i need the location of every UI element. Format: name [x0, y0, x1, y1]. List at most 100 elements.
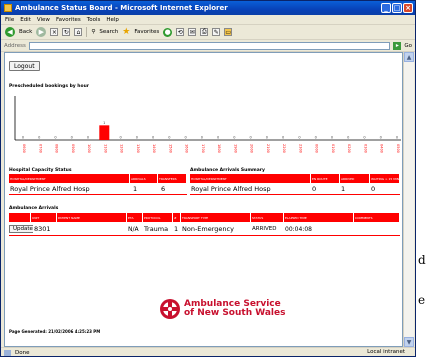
chart-value-label: 0	[217, 136, 219, 140]
header-arrivals: ARRIVALS	[130, 174, 158, 183]
menu-file[interactable]: File	[5, 17, 14, 23]
page-icon	[4, 350, 11, 356]
chart-title: Prescheduled bookings by hour	[9, 84, 90, 89]
header-count: #	[173, 213, 181, 222]
chart-value-label: 0	[380, 136, 382, 140]
favorites-star-icon[interactable]: ★	[122, 27, 130, 37]
vertical-scrollbar[interactable]: ▲ ▼	[403, 52, 414, 347]
search-label[interactable]: Search	[99, 29, 118, 35]
chart-value-label: 0	[87, 136, 89, 140]
minimize-button[interactable]: _	[381, 3, 391, 13]
menu-favorites[interactable]: Favorites	[56, 17, 81, 23]
go-arrow-icon[interactable]: ▸	[393, 41, 402, 50]
print-icon[interactable]: ⎙	[200, 28, 209, 36]
table-divider	[9, 194, 187, 195]
header-hospital-department: HOSPITAL/DEPARTMENT	[190, 174, 311, 183]
unit-value: 8301	[34, 225, 51, 233]
chart-value-label: 0	[136, 136, 138, 140]
header-en-route: EN ROUTE	[311, 174, 340, 183]
background-doc-text: e	[418, 293, 426, 307]
address-input[interactable]	[28, 41, 391, 50]
chart-tick-label: 0200	[347, 144, 351, 153]
page-generated-timestamp: Page Generated: 21/02/2006 4:25:23 PM	[9, 329, 101, 334]
menu-view[interactable]: View	[37, 17, 50, 23]
header-action	[9, 213, 31, 222]
chart-tick-label: 2000	[250, 144, 254, 153]
protocol-value: Trauma	[144, 225, 169, 233]
back-label[interactable]: Back	[19, 29, 32, 35]
chart-value-label: 0	[298, 136, 300, 140]
header-arrived: ARRIVED	[340, 174, 370, 183]
chart-value-label: 0	[266, 136, 268, 140]
maximize-button[interactable]: □	[392, 3, 402, 13]
table-row: Update 8301 N/A Trauma 1 Non-Emergency A…	[9, 224, 400, 234]
chart-tick-label: 1200	[120, 144, 124, 153]
header-eta: ETA	[127, 213, 143, 222]
title-bar: Ambulance Status Board - Microsoft Inter…	[1, 1, 415, 15]
scroll-up-icon[interactable]: ▲	[404, 52, 414, 62]
chart-tick-label: 1700	[201, 144, 205, 153]
mail-icon[interactable]: ✉	[188, 28, 197, 36]
media-icon[interactable]: ●	[163, 27, 173, 37]
folder-icon[interactable]: ▭	[224, 28, 233, 36]
menu-tools[interactable]: Tools	[87, 17, 101, 23]
header-unit: UNIT	[31, 213, 57, 222]
header-transport-type: TRANSPORT TYPE	[181, 213, 251, 222]
close-button[interactable]: ×	[403, 3, 413, 13]
menu-edit[interactable]: Edit	[20, 17, 31, 23]
chart-tick-label: 2300	[298, 144, 302, 153]
back-icon[interactable]: ◀	[5, 27, 15, 37]
chart-tick-label: 2200	[282, 144, 286, 153]
table-row: Royal Prince Alfred Hosp 1 6	[9, 184, 187, 193]
chart-tick-label: 2100	[266, 144, 270, 153]
background-doc-text: d	[418, 253, 426, 267]
ambulance-summary-title: Ambulance Arrivals Summary	[190, 168, 265, 173]
refresh-icon[interactable]: ↻	[62, 28, 71, 36]
address-label: Address	[4, 42, 26, 49]
home-icon[interactable]: ⌂	[74, 28, 83, 36]
menu-bar: File Edit View Favorites Tools Help	[1, 15, 415, 25]
scroll-down-icon[interactable]: ▼	[404, 337, 414, 347]
chart-value-label: 0	[396, 136, 398, 140]
page-content: Logout Prescheduled bookings by hour 0 06…	[4, 52, 403, 347]
ambulance-summary-header: HOSPITAL/DEPARTMENT EN ROUTE ARRIVED WAI…	[190, 174, 400, 183]
chart-value-label: 0	[201, 136, 203, 140]
forward-icon[interactable]: ▶	[36, 27, 47, 37]
waiting-value: 0	[371, 184, 376, 193]
chart-tick-label: 0500	[396, 144, 400, 153]
address-bar: Address ▸ Go	[1, 40, 415, 52]
chart-value-label: 0	[168, 136, 170, 140]
chart-tick-label: 1600	[185, 144, 189, 153]
logout-button[interactable]: Logout	[9, 61, 40, 71]
search-icon[interactable]: ⚲	[91, 29, 95, 35]
logo-text-line-2: of New South Wales	[184, 308, 286, 318]
count-value: 1	[174, 225, 179, 233]
ambulance-emblem-icon	[160, 299, 180, 319]
ambulance-arrivals-title: Ambulance Arrivals	[9, 206, 59, 211]
history-icon[interactable]: ⟲	[176, 28, 185, 36]
header-transfers: TRANSFERS	[158, 174, 187, 183]
header-elapsed-time: ELAPSED TIME	[284, 213, 354, 222]
chart-tick-label: 0100	[331, 144, 335, 153]
chart-value-label: 0	[38, 136, 40, 140]
chart-value-label: 0	[363, 136, 365, 140]
status-bar: Done Local intranet	[1, 347, 415, 356]
edit-icon[interactable]: ✎	[212, 28, 221, 36]
toolbar: ◀ Back ▶ × ↻ ⌂ ⚲ Search ★ Favorites ● ⟲ …	[1, 25, 415, 40]
table-row: Royal Prince Alfred Hosp 0 1 0	[190, 184, 400, 193]
favorites-label[interactable]: Favorites	[134, 29, 159, 35]
chart-value-label: 0	[54, 136, 56, 140]
stop-icon[interactable]: ×	[50, 28, 59, 36]
elapsed-value: 00:04:08	[285, 225, 312, 233]
chart-value-label: 0	[250, 136, 252, 140]
go-button[interactable]: Go	[404, 43, 412, 49]
menu-help[interactable]: Help	[106, 17, 119, 23]
table-divider	[190, 194, 400, 195]
en-route-value: 0	[312, 184, 317, 193]
chart-tick-label: 0600	[22, 144, 26, 153]
browser-window: Ambulance Status Board - Microsoft Inter…	[0, 0, 416, 357]
chart-value-label: 0	[22, 136, 24, 140]
transfers-value: 6	[161, 184, 166, 193]
chart-value-label: 1	[103, 121, 105, 125]
update-button[interactable]: Update	[9, 225, 33, 233]
